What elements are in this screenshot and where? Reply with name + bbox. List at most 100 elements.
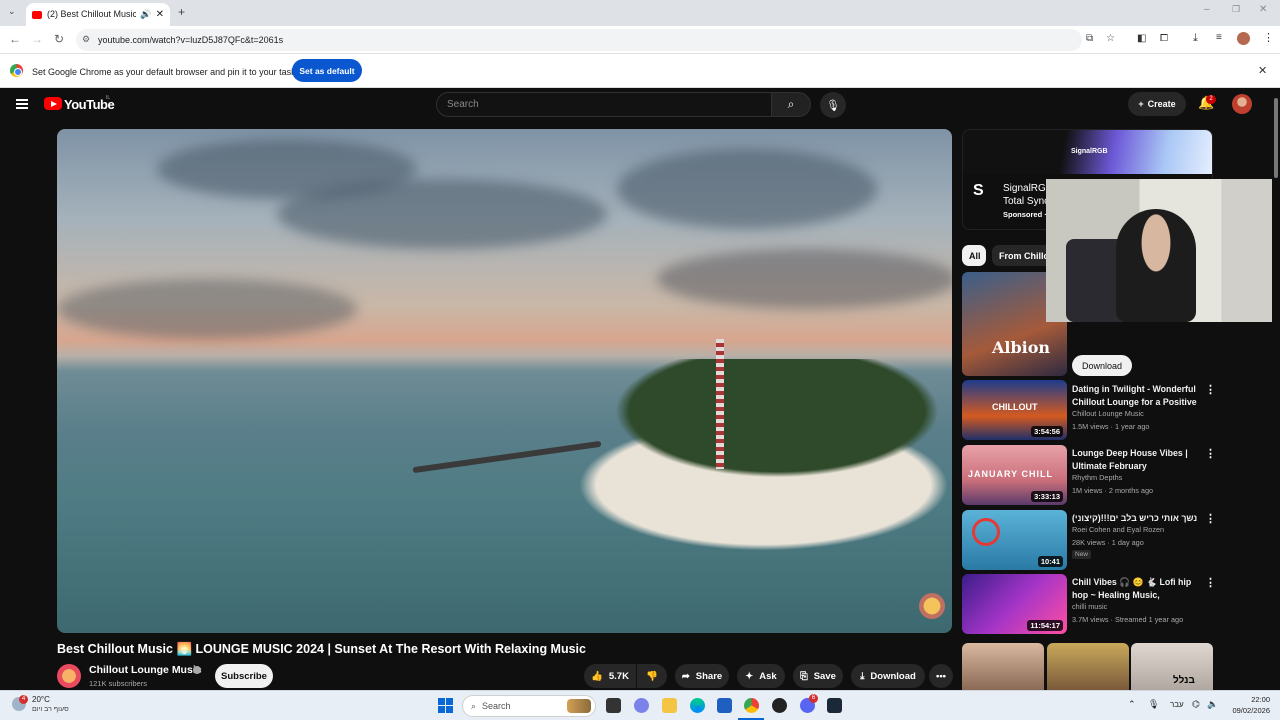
- rec-thumbnail[interactable]: CHILLOUT 3:54:56: [962, 380, 1067, 440]
- profile-avatar-icon[interactable]: [1237, 32, 1250, 45]
- webcam-overlay: [1046, 179, 1280, 322]
- rec-title[interactable]: Dating in Twilight - Wonderful Chillout …: [1072, 383, 1202, 408]
- rec-thumbnail[interactable]: 10:41: [962, 510, 1067, 570]
- windows-taskbar: 4 20°C סעוף רב ויום ⌕ Search 6 ⌃ 🎙 עבר ⌬ …: [0, 690, 1280, 720]
- youtube-logo-icon[interactable]: [44, 97, 62, 110]
- extensions-puzzle-icon[interactable]: ⧠: [1160, 33, 1168, 44]
- sparkle-icon: ✦: [745, 670, 754, 682]
- like-count: 5.7K: [608, 670, 629, 682]
- rec-channel[interactable]: Rhythm Depths: [1072, 473, 1122, 482]
- url-text: youtube.com/watch?v=luzD5J87QFc&t=2061s: [98, 35, 284, 45]
- search-icon: ⌕: [787, 97, 795, 111]
- rec-more-icon[interactable]: ⋮: [1205, 512, 1216, 525]
- dislike-button[interactable]: 👎: [637, 664, 667, 688]
- set-as-default-button[interactable]: Set as default: [292, 59, 362, 82]
- extension-icon[interactable]: ◧: [1137, 33, 1146, 44]
- short-thumbnail[interactable]: בנלל: [1131, 643, 1213, 690]
- new-tab-button[interactable]: +: [178, 5, 185, 19]
- short-thumbnail[interactable]: [962, 643, 1044, 690]
- ad-banner-brand: SignalRGB: [1071, 148, 1108, 155]
- rec-thumbnail[interactable]: 11:54:17: [962, 574, 1067, 634]
- video-player[interactable]: [57, 129, 952, 633]
- teams-icon[interactable]: [634, 698, 649, 713]
- obs-icon[interactable]: [772, 698, 787, 713]
- taskbar-search[interactable]: ⌕ Search: [462, 695, 596, 717]
- file-explorer-icon[interactable]: [662, 698, 677, 713]
- windows-start-icon[interactable]: [438, 698, 453, 713]
- search-input[interactable]: Search: [436, 92, 772, 117]
- create-button[interactable]: + Create: [1128, 92, 1186, 116]
- maximize-button[interactable]: ❐: [1232, 4, 1240, 15]
- edge-icon[interactable]: [690, 698, 705, 713]
- share-button[interactable]: ➦ Share: [675, 664, 729, 688]
- rec-title[interactable]: Lounge Deep House Vibes | Ultimate Febru…: [1072, 447, 1202, 472]
- downloads-icon[interactable]: ⤓: [1193, 32, 1198, 45]
- clock-date[interactable]: 09/02/2026: [1224, 706, 1270, 715]
- chrome-menu-icon[interactable]: ⋮: [1263, 31, 1274, 44]
- reload-icon[interactable]: ↻: [54, 32, 64, 46]
- rec-channel[interactable]: Roei Cohen and Eyal Rozen: [1072, 525, 1164, 534]
- rec-channel[interactable]: Chillout Lounge Music: [1072, 409, 1144, 418]
- chip-from-channel[interactable]: From Chillout: [992, 245, 1052, 266]
- rec-more-icon[interactable]: ⋮: [1205, 447, 1216, 460]
- rec-more-icon[interactable]: ⋮: [1205, 383, 1216, 396]
- rec-title[interactable]: Chill Vibes 🎧 😊 🐇 Lofi hip hop ~ Healing…: [1072, 576, 1202, 601]
- subscribe-button[interactable]: Subscribe: [215, 664, 273, 688]
- ask-button[interactable]: ✦ Ask: [737, 664, 785, 688]
- tab-close-icon[interactable]: ✕: [156, 9, 164, 20]
- subscriber-count: 121K subscribers: [89, 679, 147, 688]
- clock-time[interactable]: 22:00: [1230, 695, 1270, 704]
- chrome-taskbar-icon[interactable]: [744, 698, 759, 713]
- network-icon[interactable]: ⌬: [1192, 699, 1200, 710]
- rec-thumbnail[interactable]: JANUARY CHILL 3:33:13: [962, 445, 1067, 505]
- channel-watermark[interactable]: [919, 593, 945, 619]
- rec-title[interactable]: נשך אותי כריש בלב ים!!!(קיצוני): [1072, 512, 1202, 525]
- weather-temp[interactable]: 20°C: [32, 695, 50, 704]
- language-indicator[interactable]: עבר: [1170, 700, 1184, 709]
- close-window-button[interactable]: ✕: [1259, 4, 1267, 15]
- site-info-icon[interactable]: ⚙: [82, 34, 90, 45]
- tray-chevron-icon[interactable]: ⌃: [1128, 699, 1136, 710]
- store-icon[interactable]: [717, 698, 732, 713]
- url-omnibox[interactable]: ⚙ youtube.com/watch?v=luzD5J87QFc&t=2061…: [76, 29, 1115, 51]
- rec-channel[interactable]: chilli music: [1072, 602, 1107, 611]
- cloud: [617, 149, 877, 229]
- steam-icon[interactable]: [827, 698, 842, 713]
- like-button[interactable]: 👍 5.7K: [584, 664, 636, 688]
- infobar-message: Set Google Chrome as your default browse…: [32, 67, 309, 77]
- minimize-button[interactable]: –: [1204, 4, 1210, 15]
- mic-tray-icon[interactable]: 🎙: [1148, 699, 1159, 710]
- speaker-icon[interactable]: 🔊: [140, 9, 151, 20]
- hamburger-menu-icon[interactable]: [16, 99, 28, 109]
- rec-more-icon[interactable]: ⋮: [1205, 576, 1216, 589]
- bookmark-star-icon[interactable]: ☆: [1106, 33, 1115, 44]
- chip-all[interactable]: All: [962, 245, 986, 266]
- account-avatar[interactable]: [1232, 94, 1252, 114]
- install-app-icon[interactable]: ⧉: [1086, 33, 1093, 44]
- channel-avatar[interactable]: [57, 664, 81, 688]
- more-actions-button[interactable]: •••: [929, 664, 953, 688]
- browser-tab[interactable]: (2) Best Chillout Music 🌅 LOUNGE 🔊 ✕: [26, 3, 170, 26]
- infobar-close-icon[interactable]: ✕: [1258, 64, 1267, 77]
- save-button[interactable]: ⎘ Save: [793, 664, 843, 688]
- chat-badge: 6: [809, 694, 818, 703]
- tab-search-chevron-icon[interactable]: ⌄: [8, 6, 16, 17]
- promo-download-button[interactable]: Download: [1072, 355, 1132, 376]
- signalrgb-logo-icon: S: [973, 182, 984, 199]
- page-scrollbar[interactable]: [1272, 88, 1280, 690]
- media-controls-icon[interactable]: ≡: [1216, 32, 1222, 43]
- search-icon: ⌕: [471, 700, 477, 711]
- youtube-header: YouTube IL Search ⌕ 🎙 + Create 🔔 2: [0, 88, 1280, 122]
- download-button[interactable]: ⤓ Download: [851, 664, 925, 688]
- red-circle-highlight: [972, 518, 1000, 546]
- channel-name[interactable]: Chillout Lounge Music: [89, 664, 202, 676]
- voice-search-button[interactable]: 🎙: [820, 92, 846, 118]
- scrollbar-thumb[interactable]: [1274, 98, 1278, 178]
- short-thumbnail[interactable]: [1047, 643, 1129, 690]
- forward-arrow-icon[interactable]: →: [31, 32, 43, 46]
- back-arrow-icon[interactable]: ←: [9, 32, 21, 46]
- search-button[interactable]: ⌕: [771, 92, 811, 117]
- volume-icon[interactable]: 🔈: [1207, 699, 1218, 710]
- weather-desc: סעוף רב ויום: [32, 706, 69, 713]
- task-view-icon[interactable]: [606, 698, 621, 713]
